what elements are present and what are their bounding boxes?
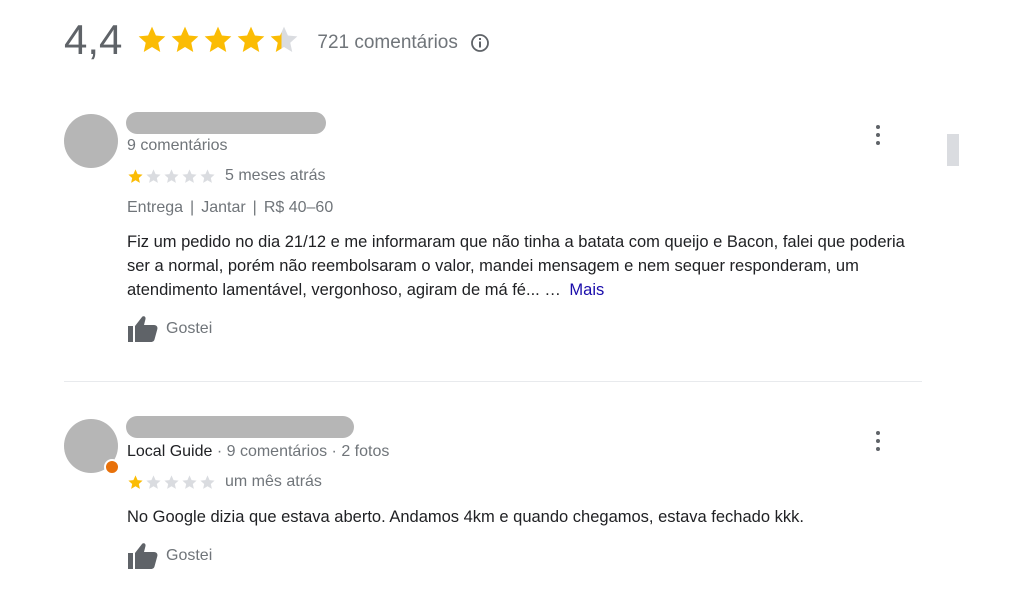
review-date: um mês atrás [225, 473, 322, 490]
review-stars [127, 168, 217, 185]
review-tags: Entrega | Jantar | R$ 40–60 [127, 199, 334, 216]
tag-service: Entrega [127, 199, 184, 216]
like-button[interactable]: Gostei [127, 315, 212, 343]
reviewer-stats: · 9 comentários · 2 fotos [212, 443, 390, 460]
avatar[interactable] [64, 419, 120, 475]
like-label: Gostei [166, 320, 213, 337]
star-empty-icon [146, 168, 161, 183]
reviewer-meta: 9 comentários [127, 137, 228, 154]
review-stars [127, 474, 217, 491]
thumbs-up-icon [128, 543, 158, 569]
average-rating: 4,4 [64, 16, 123, 63]
more-options-icon[interactable] [870, 124, 886, 146]
review-rating: 5 meses atrás [127, 167, 325, 185]
review-card: 9 comentários 5 meses atrás Entrega | Jant… [64, 110, 924, 370]
star-half-icon [271, 26, 298, 52]
star-empty-icon [164, 474, 179, 489]
review-text: No Google dizia que estava aberto. Andam… [127, 508, 804, 526]
star-empty-icon [200, 474, 215, 489]
review-divider [64, 381, 922, 382]
review-rating: um mês atrás [127, 473, 322, 491]
like-button[interactable]: Gostei [127, 542, 212, 570]
tag-price: R$ 40–60 [263, 199, 334, 216]
local-guide-badge-icon [104, 459, 120, 475]
scrollbar-thumb[interactable] [947, 134, 959, 166]
star-filled-icon [128, 474, 143, 489]
reviewer-meta: Local Guide · 9 comentários · 2 fotos [127, 443, 389, 461]
star-empty-icon [164, 168, 179, 183]
review-ellipsis: … [544, 281, 561, 299]
more-options-icon[interactable] [870, 430, 886, 452]
reviewer-name-redacted[interactable] [126, 416, 354, 438]
avatar[interactable] [64, 114, 118, 168]
like-label: Gostei [166, 547, 213, 564]
thumbs-up-icon [128, 316, 158, 342]
star-filled-icon [139, 26, 166, 52]
star-filled-icon [238, 26, 265, 52]
star-filled-icon [128, 168, 143, 183]
star-empty-icon [182, 474, 197, 489]
review-text: Fiz um pedido no dia 21/12 e me informar… [127, 230, 927, 302]
more-link[interactable]: Mais [569, 281, 604, 299]
review-card: Local Guide · 9 comentários · 2 fotos um… [64, 416, 924, 586]
review-date: 5 meses atrás [225, 167, 326, 184]
tag-meal: Jantar [201, 199, 246, 216]
rating-summary: 4,4 721 comentários [64, 14, 490, 66]
reviewer-name-redacted[interactable] [126, 112, 326, 134]
star-empty-icon [182, 168, 197, 183]
review-body: Fiz um pedido no dia 21/12 e me informar… [127, 233, 905, 299]
review-count: 721 comentários [317, 32, 458, 53]
info-icon[interactable] [470, 33, 490, 53]
local-guide-label[interactable]: Local Guide [127, 443, 212, 460]
star-filled-icon [205, 26, 232, 52]
star-filled-icon [172, 26, 199, 52]
star-empty-icon [200, 168, 215, 183]
star-empty-icon [146, 474, 161, 489]
average-stars [136, 24, 301, 56]
